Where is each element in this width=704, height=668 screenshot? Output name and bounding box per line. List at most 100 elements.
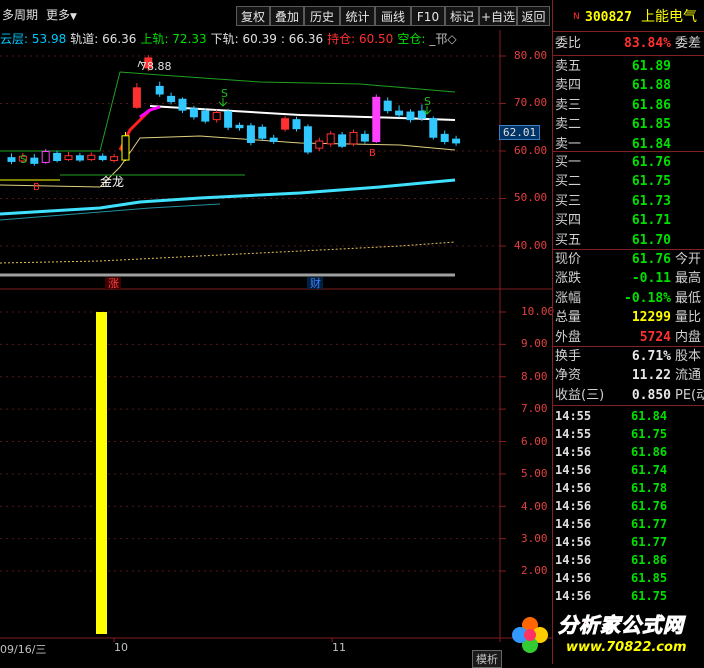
- chart-toolbar: 多周期 更多▼ 复权 叠加 历史 统计 画线 F10 标记 +自选 返回: [0, 0, 552, 30]
- fundamentals-label2: 流通: [675, 368, 702, 384]
- stock-code: 300827: [585, 10, 632, 25]
- weicha-label: 委差: [675, 36, 702, 51]
- new-stock-badge: N: [573, 12, 580, 22]
- candle-body: [155, 85, 164, 95]
- toolbar-button-4[interactable]: 画线: [375, 6, 411, 26]
- asks-row: 卖三 61.86: [553, 96, 704, 115]
- candle-body: [41, 150, 50, 163]
- tick-price: 61.76: [631, 499, 668, 513]
- asks-row: 卖五 61.89: [553, 57, 704, 76]
- candle-body: [132, 87, 141, 108]
- divider: [553, 405, 704, 406]
- toolbar-button-0[interactable]: 复权: [236, 6, 270, 26]
- divider: [553, 55, 704, 56]
- asks-label: 卖二: [555, 117, 582, 133]
- quote-label2: 今开: [675, 252, 702, 267]
- indicator-tick-label: 9.00: [521, 337, 548, 350]
- chevron-down-icon: ▼: [70, 12, 77, 22]
- fundamentals-value: 6.71%: [631, 349, 671, 364]
- stock-name: 上能电气: [641, 9, 697, 25]
- tick-time: 14:56: [555, 535, 592, 549]
- more-button[interactable]: 更多▼: [46, 7, 77, 23]
- tick-row: 14:56 61.86: [553, 551, 704, 569]
- toolbar-button-8[interactable]: 返回: [517, 6, 550, 26]
- indicator-panel[interactable]: [0, 290, 552, 642]
- buy-signal-label: B: [33, 182, 40, 193]
- candle-body: [212, 112, 221, 121]
- bids-row: 买二 61.75: [553, 172, 704, 191]
- candle-body: [178, 98, 187, 111]
- price-tick-label: 40.00: [514, 239, 548, 252]
- candle-body: [417, 110, 426, 119]
- toolbar-button-6[interactable]: 标记: [445, 6, 479, 26]
- candle-body: [167, 95, 176, 103]
- tick-time: 14:56: [555, 589, 592, 603]
- long-ma: [0, 241, 456, 264]
- tick-row: 14:56 61.77: [553, 533, 704, 551]
- tick-row: 14:55 61.84: [553, 407, 704, 425]
- toolbar-button-3[interactable]: 统计: [340, 6, 375, 26]
- candle-body: [338, 134, 347, 147]
- quote-row: 涨跌 -0.11 最高: [553, 269, 704, 288]
- quote-row: 现价 61.76 今开: [553, 250, 704, 269]
- indicator-tick-label: 2.00: [521, 564, 548, 577]
- candle-body: [110, 156, 119, 161]
- stock-header: N 300827 上能电气: [553, 8, 704, 28]
- price-tick-label: 70.00: [514, 96, 548, 109]
- golden-dragon-label: 金龙: [100, 174, 124, 189]
- tick-price: 61.74: [631, 463, 668, 477]
- toolbar-button-5[interactable]: F10: [411, 6, 445, 26]
- candle-body: [224, 111, 233, 128]
- weibi-row: 委比 83.84% 委差: [553, 34, 704, 53]
- candle-body: [269, 137, 278, 143]
- candle-body: [383, 100, 392, 112]
- tick-time: 14:55: [555, 409, 592, 423]
- candle-body: [53, 152, 62, 161]
- candle-body: [372, 96, 381, 142]
- price-tick-label: 80.00: [514, 49, 548, 62]
- sell-signal-label: S: [424, 95, 431, 108]
- candle-body: [246, 125, 255, 143]
- indicator-tick-label: 6.00: [521, 435, 548, 448]
- bids-label: 买四: [555, 213, 582, 229]
- fundamentals-row: 收益(三) 0.850 PE(动: [553, 386, 704, 405]
- tick-price: 61.78: [631, 481, 668, 495]
- tick-row: 14:56 61.85: [553, 569, 704, 587]
- candle-body: [121, 135, 130, 161]
- toolbar-button-7[interactable]: +自选: [479, 6, 517, 26]
- indicator-tick-label: 3.00: [521, 532, 548, 545]
- bids-value: 61.71: [631, 213, 671, 229]
- candle-body: [440, 133, 449, 142]
- indicator-bar: [96, 312, 107, 634]
- tick-time: 14:56: [555, 463, 592, 477]
- price-tick-label: 60.00: [514, 144, 548, 157]
- fundamentals-row: 换手 6.71% 股本: [553, 347, 704, 366]
- kline-chart[interactable]: 78.88 金龙 S S S B B 涨 财: [0, 30, 552, 290]
- tick-time: 14:56: [555, 517, 592, 531]
- toolbar-button-1[interactable]: 叠加: [270, 6, 304, 26]
- indicator-tick-label: 8.00: [521, 370, 548, 383]
- fundamentals-value: 0.850: [631, 387, 671, 403]
- bottom-tab[interactable]: 模析: [472, 650, 502, 668]
- quote-label: 外盘: [555, 329, 582, 345]
- candle-body: [75, 155, 84, 161]
- limit-up-marker: 涨: [108, 277, 119, 290]
- tick-price: 61.85: [631, 571, 668, 585]
- tick-price: 61.86: [631, 445, 668, 459]
- asks-label: 卖四: [555, 78, 582, 94]
- price-tick-label: 50.00: [514, 191, 548, 204]
- tick-time: 14:56: [555, 553, 592, 567]
- multi-period-button[interactable]: 多周期: [2, 7, 38, 23]
- asks-label: 卖五: [555, 59, 582, 74]
- tick-row: 14:56 61.74: [553, 461, 704, 479]
- quote-label2: 最低: [675, 290, 702, 306]
- candle-body: [406, 111, 415, 121]
- current-price-tag: 62.01: [499, 125, 541, 140]
- buy-signal-label: B: [369, 148, 376, 159]
- date-label-11: 11: [332, 641, 346, 654]
- tick-row: 14:56 61.75: [553, 587, 704, 605]
- candle-body: [360, 133, 369, 142]
- candle-body: [87, 154, 96, 161]
- bids-label: 买二: [555, 174, 582, 190]
- toolbar-button-2[interactable]: 历史: [304, 6, 340, 26]
